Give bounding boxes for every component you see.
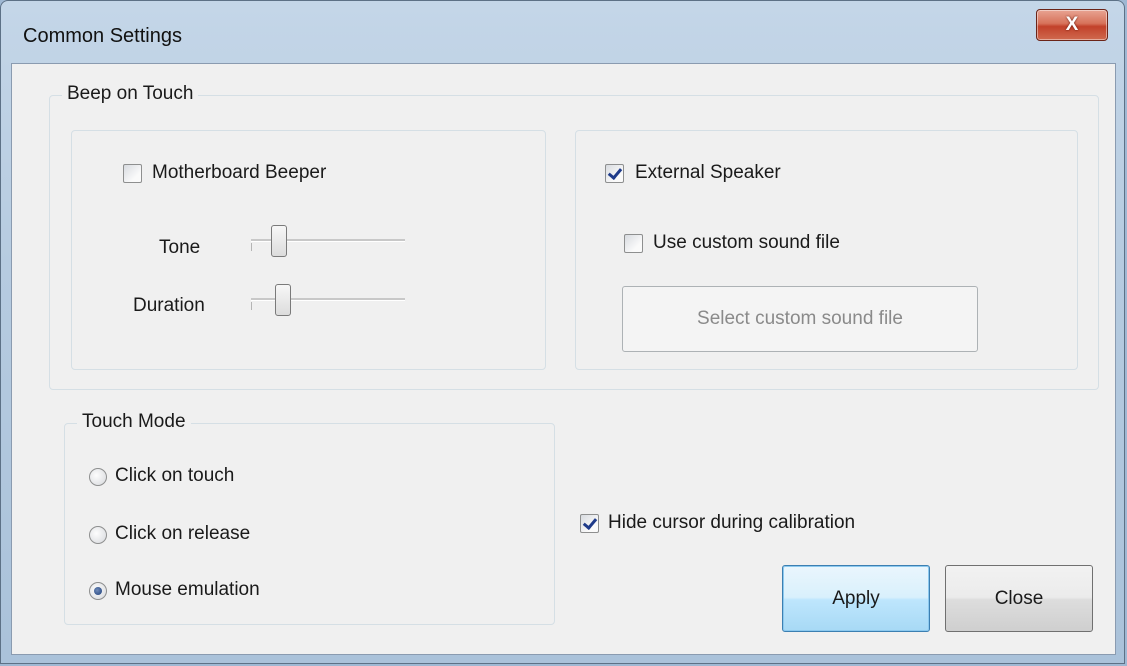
hide-cursor-label[interactable]: Hide cursor during calibration bbox=[608, 512, 855, 534]
duration-label: Duration bbox=[133, 295, 205, 316]
click-on-release-label[interactable]: Click on release bbox=[115, 523, 250, 545]
apply-label: Apply bbox=[832, 588, 880, 609]
dialog-window: Common Settings X Beep on Touch Motherbo… bbox=[0, 0, 1125, 664]
click-on-touch-label[interactable]: Click on touch bbox=[115, 465, 234, 487]
tone-slider[interactable] bbox=[248, 223, 408, 263]
beep-on-touch-group: Beep on Touch Motherboard Beeper Tone Du… bbox=[49, 83, 1099, 390]
dialog-client-area: Beep on Touch Motherboard Beeper Tone Du… bbox=[11, 63, 1116, 655]
external-speaker-label[interactable]: External Speaker bbox=[635, 162, 781, 184]
click-on-touch-radio[interactable] bbox=[89, 468, 107, 486]
external-speaker-panel: External Speaker Use custom sound file S… bbox=[575, 130, 1078, 370]
duration-slider[interactable] bbox=[248, 281, 408, 321]
mouse-emulation-radio[interactable] bbox=[89, 582, 107, 600]
motherboard-panel: Motherboard Beeper Tone Duration bbox=[71, 130, 546, 370]
tone-slider-thumb[interactable] bbox=[271, 225, 287, 257]
select-custom-sound-button[interactable]: Select custom sound file bbox=[622, 286, 978, 352]
motherboard-beeper-checkbox[interactable] bbox=[123, 164, 142, 183]
close-label: Close bbox=[994, 588, 1044, 609]
close-icon: X bbox=[1065, 14, 1079, 35]
touch-mode-group: Touch Mode Click on touch Click on relea… bbox=[64, 411, 555, 625]
motherboard-beeper-label[interactable]: Motherboard Beeper bbox=[152, 162, 326, 184]
select-custom-sound-label: Select custom sound file bbox=[697, 308, 903, 329]
external-speaker-checkbox[interactable] bbox=[605, 164, 624, 183]
title-bar[interactable]: Common Settings X bbox=[1, 1, 1124, 63]
custom-sound-checkbox[interactable] bbox=[624, 234, 643, 253]
touch-mode-title: Touch Mode bbox=[77, 411, 191, 433]
beep-on-touch-title: Beep on Touch bbox=[62, 83, 199, 105]
tone-label: Tone bbox=[159, 237, 201, 258]
duration-slider-thumb[interactable] bbox=[275, 284, 291, 316]
mouse-emulation-label[interactable]: Mouse emulation bbox=[115, 579, 260, 601]
hide-cursor-checkbox[interactable] bbox=[580, 514, 599, 533]
apply-button[interactable]: Apply bbox=[782, 565, 930, 632]
close-button[interactable]: Close bbox=[945, 565, 1093, 632]
custom-sound-label[interactable]: Use custom sound file bbox=[653, 232, 840, 254]
click-on-release-radio[interactable] bbox=[89, 526, 107, 544]
window-close-button[interactable]: X bbox=[1036, 9, 1108, 41]
window-title: Common Settings bbox=[23, 25, 182, 47]
